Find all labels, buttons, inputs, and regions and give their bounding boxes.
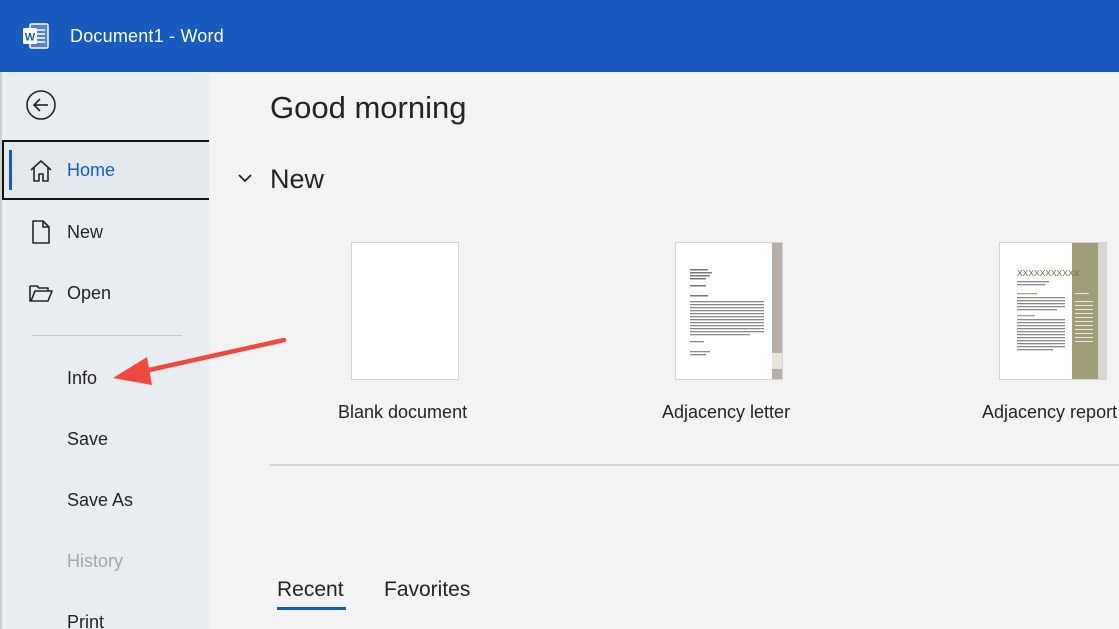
sidebar-item-label: Info — [67, 367, 98, 388]
sidebar-item-print[interactable]: Print — [2, 592, 211, 629]
greeting-heading: Good morning — [270, 90, 467, 125]
sidebar-item-label: Home — [67, 159, 116, 180]
new-section-heading: New — [270, 164, 325, 194]
title-bar: W Document1 - Word — [0, 0, 1119, 72]
new-document-icon — [32, 220, 50, 244]
chevron-down-icon[interactable] — [237, 172, 253, 184]
sidebar-divider — [32, 335, 182, 336]
report-thumb-heading: XXXXXXXXXXX — [1017, 268, 1080, 278]
sidebar-item-new[interactable]: New — [2, 202, 211, 262]
window-title: Document1 - Word — [70, 26, 224, 46]
sidebar-item-save[interactable]: Save — [2, 409, 211, 469]
active-indicator — [9, 150, 12, 190]
template-thumbnail: XXXXXXXXXXX — [999, 242, 1107, 380]
backstage-sidebar: Home New Open Info Save Save As History … — [0, 72, 211, 629]
sidebar-item-info[interactable]: Info — [2, 348, 211, 408]
main-content: Good morning New Blank document Adjacenc… — [209, 72, 1119, 629]
template-thumbnail — [351, 242, 459, 380]
active-tab-indicator — [277, 607, 346, 610]
tab-favorites[interactable]: Favorites — [384, 578, 470, 602]
folder-open-icon — [29, 285, 53, 302]
sidebar-item-label: Print — [67, 611, 105, 629]
sidebar-item-home[interactable]: Home — [2, 140, 211, 200]
template-label: Blank document — [338, 402, 468, 422]
sidebar-item-save-as[interactable]: Save As — [2, 470, 211, 530]
back-arrow-icon[interactable] — [24, 88, 58, 122]
sidebar-item-history: History — [2, 531, 211, 591]
template-thumbnail — [675, 242, 783, 380]
template-label: Adjacency letter — [662, 402, 791, 422]
section-divider — [270, 464, 1119, 466]
tab-recent[interactable]: Recent — [277, 578, 344, 602]
word-logo-icon: W — [23, 23, 49, 49]
home-icon — [30, 160, 52, 182]
sidebar-item-label: New — [67, 221, 104, 242]
sidebar-item-open[interactable]: Open — [2, 263, 211, 323]
sidebar-item-label: History — [67, 550, 124, 571]
template-label: Adjacency report — [982, 402, 1118, 422]
sidebar-item-label: Save — [67, 428, 109, 449]
svg-text:W: W — [25, 32, 36, 44]
sidebar-item-label: Save As — [67, 489, 134, 510]
sidebar-item-label: Open — [67, 282, 112, 303]
